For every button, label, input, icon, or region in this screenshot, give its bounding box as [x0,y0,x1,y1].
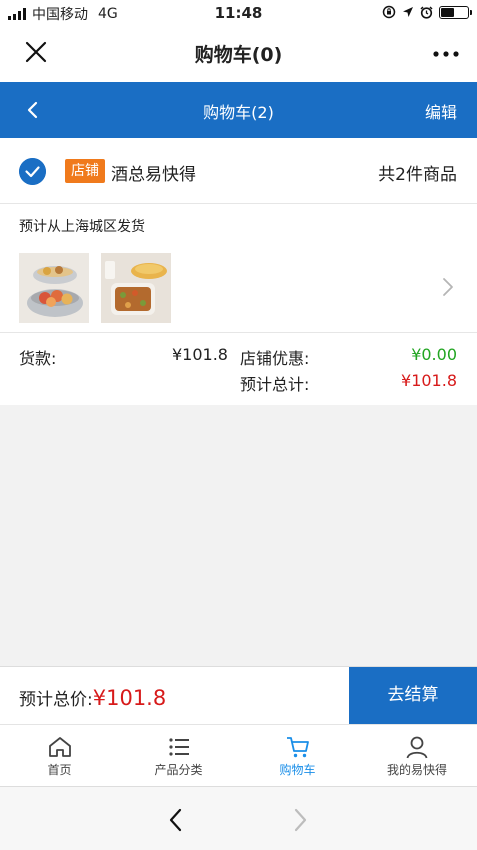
product-thumbnail-baking-dish[interactable] [101,253,171,323]
status-right [382,5,472,19]
tab-home[interactable]: 首页 [0,725,119,787]
store-row: 店铺 酒总易快得 共2件商品 [0,138,477,204]
checkout-bar: 预计总价:¥101.8 去结算 [0,666,477,725]
status-bar: 中国移动 4G 11:48 [0,0,477,26]
store-total-value: ¥101.8 [401,371,457,390]
shipping-row: 预计从上海城区发货 [0,205,477,245]
shipping-origin: 预计从上海城区发货 [19,219,145,235]
list-icon [168,738,189,756]
bottom-tab-bar: 首页 产品分类 购物车 我的易快得 [0,724,477,786]
tab-home-label: 首页 [47,763,72,777]
store-total-label: 预计总计: [240,375,310,394]
battery-icon [439,5,472,19]
tab-categories[interactable]: 产品分类 [119,725,238,787]
browser-nav-bar [0,786,477,850]
store-tag: 店铺 [65,159,105,183]
top-bar: 购物车(0) [0,26,477,82]
alarm-icon [420,5,433,19]
goods-label: 货款: [19,349,57,368]
estimated-total: 预计总价:¥101.8 [19,685,166,710]
discount-value: ¥0.00 [411,345,457,364]
user-icon [406,736,428,759]
cart-header: 购物车(2) 编辑 [0,82,477,138]
product-thumbnail-bowls[interactable] [19,253,89,323]
cart-header-title: 购物车(2) [203,103,274,122]
cart-icon [286,737,309,758]
location-icon [403,7,413,17]
tab-cart-label: 购物车 [279,763,316,777]
store-cart-card: 店铺 酒总易快得 共2件商品 预计从上海城区发货 货款: ¥101.8 店铺优惠… [0,138,477,405]
tab-cart[interactable]: 购物车 [238,725,357,787]
select-store-checkbox[interactable] [19,158,46,185]
discount-label: 店铺优惠: [240,349,310,368]
tab-profile[interactable]: 我的易快得 [357,725,477,787]
top-bar-title: 购物车(0) [194,44,283,66]
edit-button[interactable]: 编辑 [425,99,457,123]
rotation-lock-icon [382,5,396,19]
chevron-right-icon[interactable] [441,276,455,298]
estimated-total-amount: ¥101.8 [92,686,167,710]
browser-back-icon[interactable] [166,807,186,833]
browser-forward-icon[interactable] [290,807,310,833]
item-count: 共2件商品 [378,165,457,185]
home-icon [48,737,71,757]
more-icon[interactable] [431,40,461,68]
goods-value: ¥101.8 [172,345,228,364]
tab-profile-label: 我的易快得 [386,763,447,777]
price-summary: 货款: ¥101.8 店铺优惠: ¥0.00 预计总计: ¥101.8 [0,332,477,405]
checkout-button[interactable]: 去结算 [349,667,477,725]
tab-categories-label: 产品分类 [154,763,203,777]
estimated-total-label: 预计总价: [19,690,93,710]
store-name[interactable]: 酒总易快得 [111,160,196,185]
